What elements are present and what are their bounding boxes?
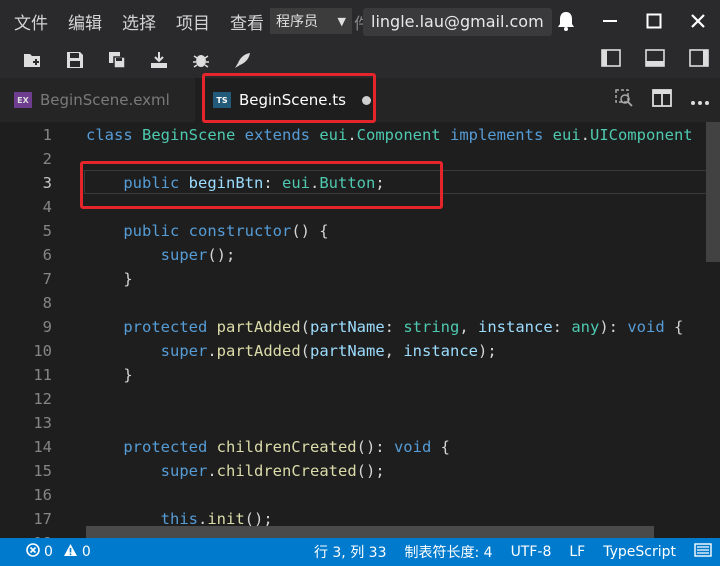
publish-icon[interactable] [148, 49, 170, 71]
code-text: super(); [160, 246, 236, 264]
close-icon[interactable] [676, 0, 720, 42]
notification-bell-icon[interactable] [544, 0, 588, 42]
minimize-icon[interactable] [588, 0, 632, 42]
exml-file-icon: EX [14, 92, 32, 108]
line-number: 1 [42, 126, 52, 144]
cursor-position[interactable]: 行 3, 列 33 [314, 542, 387, 562]
code-text: public constructor() { [123, 222, 329, 240]
launch-rocket-icon[interactable] [232, 49, 254, 71]
line-number: 4 [42, 198, 52, 216]
code-text: public beginBtn: eui.Button; [123, 174, 385, 192]
tab-beginscene-ts[interactable]: TS BeginScene.ts [195, 78, 375, 122]
line-number: 7 [42, 270, 52, 288]
problems-summary[interactable]: 0 0 [26, 538, 91, 566]
toggle-sidebar-icon[interactable] [600, 47, 622, 69]
line-number: 3 [42, 174, 52, 192]
vertical-scrollbar[interactable] [706, 122, 720, 262]
code-line[interactable]: 3 public beginBtn: eui.Button; [0, 171, 720, 195]
line-number: 12 [33, 390, 52, 408]
line-number: 8 [42, 294, 52, 312]
maximize-icon[interactable] [632, 0, 676, 42]
code-text: protected partAdded(partName: string, in… [123, 318, 684, 336]
account-email[interactable]: lingle.lau@gmail.com [363, 8, 552, 36]
code-text: } [86, 270, 133, 288]
code-line[interactable]: 13 [0, 411, 720, 435]
line-number: 10 [33, 342, 52, 360]
line-ending[interactable]: LF [569, 544, 585, 560]
code-text: super.partAdded(partName, instance); [160, 342, 497, 360]
toolbar [0, 42, 720, 78]
status-right: 行 3, 列 33 制表符长度: 4 UTF-8 LF TypeScript [296, 538, 712, 566]
status-bar: 0 0 行 3, 列 33 制表符长度: 4 UTF-8 LF TypeScri… [0, 538, 720, 566]
error-icon [26, 543, 40, 561]
line-number: 13 [33, 414, 52, 432]
file-encoding[interactable]: UTF-8 [511, 544, 552, 560]
warning-icon [63, 543, 78, 561]
code-line[interactable]: 8 [0, 291, 720, 315]
line-number: 15 [33, 462, 52, 480]
new-folder-icon[interactable] [22, 49, 44, 71]
code-line[interactable]: 9 protected partAdded(partName: string, … [0, 315, 720, 339]
toggle-panel-icon[interactable] [644, 47, 666, 69]
menu-project[interactable]: 项目 [176, 9, 210, 34]
error-count: 0 [44, 544, 53, 560]
menu-file[interactable]: 文件 [14, 9, 48, 34]
horizontal-scrollbar[interactable] [86, 526, 654, 538]
tab-size[interactable]: 制表符长度: 4 [404, 542, 492, 562]
editor-tab-bar: EX BeginScene.exml TS BeginScene.ts [0, 78, 720, 122]
feedback-icon[interactable] [694, 543, 712, 561]
typescript-file-icon: TS [213, 92, 231, 108]
code-line[interactable]: 15 super.childrenCreated(); [0, 459, 720, 483]
code-text: } [86, 366, 133, 384]
code-line[interactable]: 12 [0, 387, 720, 411]
line-number: 9 [42, 318, 52, 336]
tab-label: BeginScene.ts [239, 91, 346, 109]
code-line[interactable]: 4 [0, 195, 720, 219]
role-select-value: 程序员 [276, 14, 318, 30]
line-number: 16 [33, 486, 52, 504]
window-controls [544, 0, 720, 42]
save-icon[interactable] [64, 49, 86, 71]
line-number: 11 [33, 366, 52, 384]
debug-bug-icon[interactable] [190, 49, 212, 71]
layout-toggles [600, 47, 710, 69]
split-editor-icon[interactable] [652, 89, 672, 111]
warning-count: 0 [81, 544, 91, 560]
line-number: 2 [42, 150, 52, 168]
tab-actions [614, 88, 710, 112]
language-mode[interactable]: TypeScript [603, 544, 676, 560]
code-line[interactable]: 14 protected childrenCreated(): void { [0, 435, 720, 459]
toggle-right-panel-icon[interactable] [688, 47, 710, 69]
code-line[interactable]: 16 [0, 483, 720, 507]
save-all-icon[interactable] [106, 49, 128, 71]
menu-edit[interactable]: 编辑 [68, 9, 102, 34]
open-changes-icon[interactable] [614, 88, 634, 112]
code-text: protected childrenCreated(): void { [123, 438, 450, 456]
code-line[interactable]: 7 } [0, 267, 720, 291]
tab-beginscene-exml[interactable]: EX BeginScene.exml [0, 78, 195, 122]
code-line[interactable]: 5 public constructor() { [0, 219, 720, 243]
code-line[interactable]: 1 class BeginScene extends eui.Component … [0, 123, 720, 147]
more-actions-icon[interactable] [690, 91, 710, 110]
code-text: class BeginScene extends eui.Component i… [86, 126, 693, 144]
line-number: 14 [33, 438, 52, 456]
code-line[interactable]: 10 super.partAdded(partName, instance); [0, 339, 720, 363]
line-number: 5 [42, 222, 52, 240]
code-editor[interactable]: 1 class BeginScene extends eui.Component … [0, 122, 720, 552]
tab-label: BeginScene.exml [40, 91, 170, 109]
unsaved-dot-icon[interactable] [361, 95, 371, 105]
menu-select[interactable]: 选择 [122, 9, 156, 34]
line-number: 6 [42, 246, 52, 264]
menu-view[interactable]: 查看 [230, 9, 264, 34]
code-line[interactable]: 2 [0, 147, 720, 171]
line-number: 17 [33, 510, 52, 528]
chevron-down-icon: ▼ [337, 14, 346, 28]
role-select[interactable]: 程序员 ▼ [270, 8, 352, 34]
code-line[interactable]: 6 super(); [0, 243, 720, 267]
code-line[interactable]: 11 } [0, 363, 720, 387]
code-text: super.childrenCreated(); [160, 462, 385, 480]
